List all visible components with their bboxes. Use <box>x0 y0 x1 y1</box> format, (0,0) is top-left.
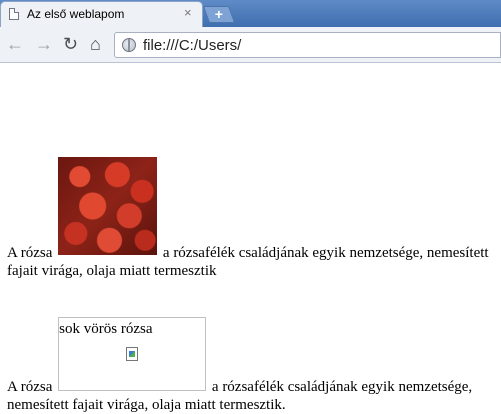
forward-icon[interactable]: → <box>35 35 53 53</box>
close-icon[interactable]: × <box>184 6 192 19</box>
home-icon[interactable]: ⌂ <box>90 35 101 53</box>
rose-image <box>58 157 158 255</box>
paragraph-1: A rózsa a rózsafélék családjának egyik n… <box>7 157 497 280</box>
globe-icon <box>122 38 136 52</box>
back-icon[interactable]: ← <box>6 35 24 53</box>
broken-image: sok vörös rózsa <box>58 317 207 391</box>
new-tab-button[interactable]: + <box>202 6 236 23</box>
page-icon <box>9 8 19 20</box>
tab-strip: Az első weblapom × + <box>0 0 501 27</box>
broken-image-icon <box>126 347 139 361</box>
url-text[interactable]: file:///C:/Users/ <box>143 37 241 54</box>
tab-title: Az első weblapom <box>27 7 125 21</box>
reload-icon[interactable]: ↻ <box>63 35 78 53</box>
new-tab-icon: + <box>214 6 223 22</box>
address-bar[interactable]: file:///C:/Users/ <box>114 32 501 58</box>
page-content: A rózsa a rózsafélék családjának egyik n… <box>0 63 501 413</box>
image-alt-text: sok vörös rózsa <box>59 321 153 337</box>
paragraph-2-lead: A rózsa <box>7 379 53 395</box>
paragraph-2: A rózsa sok vörös rózsa a rózsafélék csa… <box>7 317 497 414</box>
toolbar: ← → ↻ ⌂ file:///C:/Users/ <box>0 27 501 63</box>
browser-tab[interactable]: Az első weblapom × <box>0 1 203 27</box>
paragraph-1-lead: A rózsa <box>7 245 53 261</box>
